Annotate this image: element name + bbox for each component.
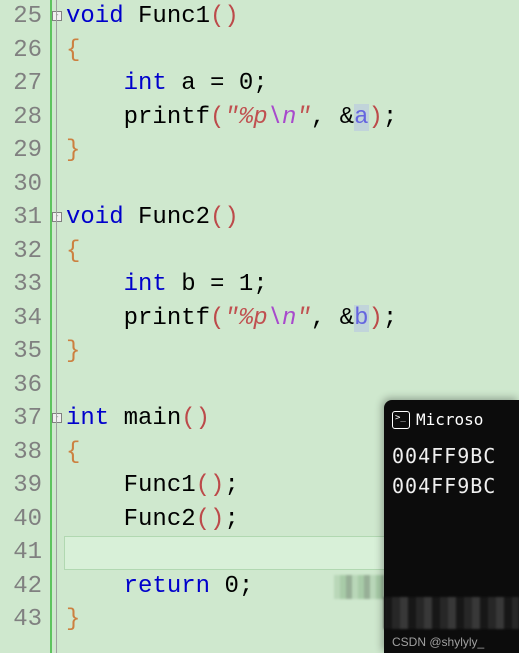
variable-highlight: a bbox=[354, 104, 368, 131]
brace: { bbox=[66, 37, 80, 64]
code-line[interactable]: } bbox=[64, 335, 519, 369]
paren: () bbox=[210, 204, 239, 231]
string-literal: "%p bbox=[224, 104, 267, 131]
paren: () bbox=[210, 3, 239, 30]
line-number: 32 bbox=[0, 235, 42, 269]
paren: () bbox=[181, 405, 210, 432]
function-call: printf bbox=[124, 104, 210, 131]
line-number: 35 bbox=[0, 335, 42, 369]
fold-column: - - - bbox=[52, 0, 64, 653]
output-line: 004FF9BC bbox=[392, 441, 511, 471]
code-line[interactable]: void Func1() bbox=[64, 0, 519, 34]
code-line[interactable] bbox=[64, 369, 519, 403]
type-keyword: int bbox=[124, 271, 167, 298]
fold-toggle-icon[interactable]: - bbox=[52, 212, 62, 222]
terminal-header: Microso bbox=[392, 410, 511, 429]
brace: { bbox=[66, 439, 80, 466]
brace: { bbox=[66, 238, 80, 265]
function-name: main bbox=[124, 405, 182, 432]
number-literal: 1 bbox=[239, 271, 253, 298]
line-number: 25 bbox=[0, 0, 42, 34]
keyword: return bbox=[124, 573, 210, 600]
variable-highlight: b bbox=[354, 305, 368, 332]
string-literal: "%p bbox=[224, 305, 267, 332]
code-line[interactable]: printf("%p\n", &b); bbox=[64, 302, 519, 336]
fold-toggle-icon[interactable]: - bbox=[52, 11, 62, 21]
function-call: Func1 bbox=[124, 472, 196, 499]
line-number: 38 bbox=[0, 436, 42, 470]
line-number: 40 bbox=[0, 503, 42, 537]
function-call: printf bbox=[124, 305, 210, 332]
escape-sequence: \n bbox=[268, 305, 297, 332]
line-number: 34 bbox=[0, 302, 42, 336]
mosaic-censored-area bbox=[384, 597, 519, 629]
line-number: 41 bbox=[0, 536, 42, 570]
mosaic-censored-area bbox=[334, 575, 384, 599]
line-number: 39 bbox=[0, 469, 42, 503]
terminal-title: Microso bbox=[416, 410, 483, 429]
function-name: Func2 bbox=[138, 204, 210, 231]
line-number: 31 bbox=[0, 201, 42, 235]
code-line[interactable]: { bbox=[64, 235, 519, 269]
function-name: Func1 bbox=[138, 3, 210, 30]
keyword: void bbox=[66, 204, 124, 231]
line-number: 37 bbox=[0, 402, 42, 436]
line-number-gutter: 25 26 27 28 29 30 31 32 33 34 35 36 37 3… bbox=[0, 0, 52, 653]
brace: } bbox=[66, 137, 80, 164]
code-line[interactable]: } bbox=[64, 134, 519, 168]
code-line[interactable]: printf("%p\n", &a); bbox=[64, 101, 519, 135]
escape-sequence: \n bbox=[268, 104, 297, 131]
fold-toggle-icon[interactable]: - bbox=[52, 413, 62, 423]
terminal-output: 004FF9BC 004FF9BC bbox=[392, 441, 511, 501]
code-line[interactable]: void Func2() bbox=[64, 201, 519, 235]
type-keyword: int bbox=[66, 405, 109, 432]
code-line[interactable] bbox=[64, 168, 519, 202]
watermark: CSDN @shylyly_ bbox=[392, 635, 484, 649]
code-line[interactable]: int b = 1; bbox=[64, 268, 519, 302]
type-keyword: int bbox=[124, 70, 167, 97]
terminal-icon bbox=[392, 411, 410, 429]
line-number: 30 bbox=[0, 168, 42, 202]
fold-guide bbox=[56, 0, 57, 653]
number-literal: 0 bbox=[239, 70, 253, 97]
function-call: Func2 bbox=[124, 506, 196, 533]
keyword: void bbox=[66, 3, 124, 30]
code-line[interactable]: int a = 0; bbox=[64, 67, 519, 101]
terminal-window[interactable]: Microso 004FF9BC 004FF9BC CSDN @shylyly_ bbox=[384, 400, 519, 653]
line-number: 33 bbox=[0, 268, 42, 302]
line-number: 26 bbox=[0, 34, 42, 68]
line-number: 29 bbox=[0, 134, 42, 168]
line-number: 27 bbox=[0, 67, 42, 101]
line-number: 28 bbox=[0, 101, 42, 135]
number-literal: 0 bbox=[224, 573, 238, 600]
brace: } bbox=[66, 338, 80, 365]
variable: a bbox=[181, 70, 195, 97]
output-line: 004FF9BC bbox=[392, 471, 511, 501]
line-number: 42 bbox=[0, 570, 42, 604]
variable: b bbox=[181, 271, 195, 298]
line-number: 36 bbox=[0, 369, 42, 403]
brace: } bbox=[66, 606, 80, 633]
line-number: 43 bbox=[0, 603, 42, 637]
code-line[interactable]: { bbox=[64, 34, 519, 68]
